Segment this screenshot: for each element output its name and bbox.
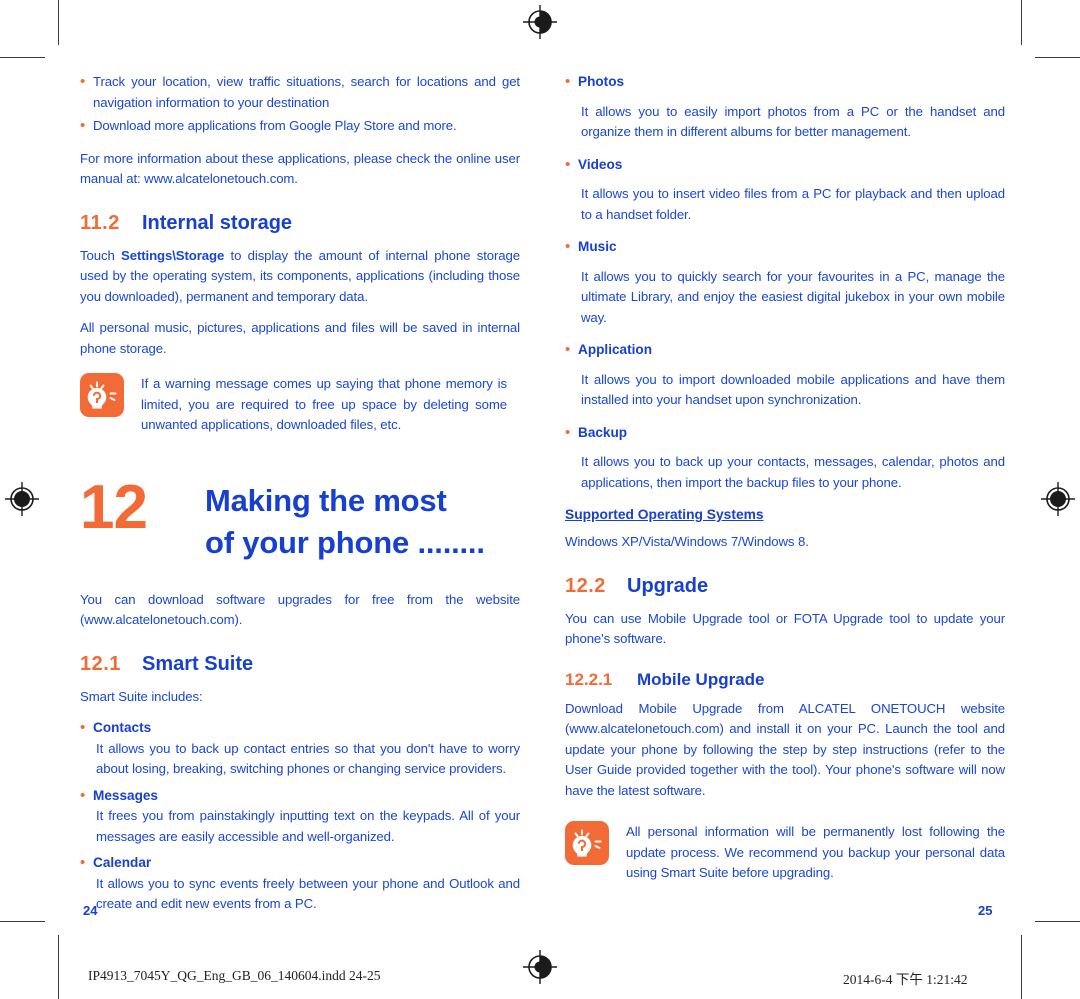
list-item-title: Messages bbox=[93, 787, 158, 803]
paragraph-mobile-upgrade: Download Mobile Upgrade from ALCATEL ONE… bbox=[565, 700, 1005, 798]
bullet-dot-icon: • bbox=[565, 423, 571, 441]
supported-os-heading: Supported Operating Systems bbox=[565, 507, 764, 522]
subsection-title: Mobile Upgrade bbox=[637, 669, 765, 689]
tip-text: If a warning message comes up saying tha… bbox=[141, 376, 507, 432]
paragraph-chapter-intro: You can download software upgrades for f… bbox=[80, 591, 520, 628]
list-item: • Music bbox=[565, 237, 1005, 258]
page-number-left: 24 bbox=[83, 903, 98, 918]
list-item: • Messages bbox=[80, 786, 520, 807]
subsection-number: 12.2.1 bbox=[565, 669, 613, 689]
subsection-heading-12-2-1: 12.2.1 Mobile Upgrade bbox=[565, 670, 1005, 690]
list-item: • Photos bbox=[565, 72, 1005, 93]
list-item: • Videos bbox=[565, 155, 1005, 176]
section-title: Internal storage bbox=[142, 211, 293, 234]
bullet-dot-icon: • bbox=[565, 155, 571, 173]
list-item-description: It allows you to sync events freely betw… bbox=[96, 875, 520, 912]
bullet-dot-icon: • bbox=[80, 854, 86, 871]
list-item-description: It allows you to quickly search for your… bbox=[581, 268, 1005, 325]
list-item-title: Photos bbox=[578, 74, 625, 89]
list-item-description: It allows you to import downloaded mobil… bbox=[581, 371, 1005, 408]
lightbulb-icon bbox=[80, 373, 124, 417]
section-heading-11-2: 11.2 Internal storage bbox=[80, 212, 520, 235]
list-item: • Calendar bbox=[80, 853, 520, 874]
right-page-column: • Photos It allows you to easily import … bbox=[565, 72, 1005, 894]
list-item-title: Music bbox=[578, 239, 617, 254]
list-item-description: It allows you to easily import photos fr… bbox=[581, 103, 1005, 140]
section-number: 12.1 bbox=[80, 652, 121, 675]
list-item-description: It allows you to back up your contacts, … bbox=[581, 454, 1005, 490]
list-item: • Download more applications from Google… bbox=[80, 116, 520, 137]
section-title: Smart Suite bbox=[142, 652, 254, 675]
tip-note-upgrade: All personal information will be permane… bbox=[565, 821, 1005, 884]
paragraph-settings-storage: Touch Settings\Storage to display the am… bbox=[80, 246, 520, 308]
chapter-title-line-1: Making the most bbox=[205, 482, 447, 518]
list-item: • Contacts bbox=[80, 718, 520, 739]
paragraph-smart-suite-intro: Smart Suite includes: bbox=[80, 688, 203, 704]
supported-os-heading-wrap: Supported Operating Systems bbox=[565, 493, 1005, 532]
section-heading-12-2: 12.2 Upgrade bbox=[565, 575, 1005, 598]
list-item-title: Backup bbox=[578, 424, 628, 440]
bullet-dot-icon: • bbox=[80, 719, 86, 736]
section-number: 12.2 bbox=[565, 574, 606, 597]
paragraph-upgrade-intro: You can use Mobile Upgrade tool or FOTA … bbox=[565, 610, 1005, 647]
bullet-dot-icon: • bbox=[565, 238, 571, 255]
page-number-right: 25 bbox=[978, 903, 993, 918]
paragraph-personal-media: All personal music, pictures, applicatio… bbox=[80, 320, 520, 356]
section-heading-12-1: 12.1 Smart Suite bbox=[80, 653, 520, 676]
bullet-dot-icon: • bbox=[565, 341, 571, 358]
tip-note-storage: If a warning message comes up saying tha… bbox=[80, 373, 520, 436]
bullet-dot-icon: • bbox=[80, 73, 86, 90]
manual-page-spread: • Track your location, view traffic situ… bbox=[0, 0, 1080, 999]
list-item-description: It allows you to back up contact entries… bbox=[96, 740, 520, 777]
bullet-text: Download more applications from Google P… bbox=[93, 118, 457, 133]
list-item-title: Application bbox=[578, 342, 653, 357]
footer-filename: IP4913_7045Y_QG_Eng_GB_06_140604.indd 24… bbox=[88, 968, 381, 983]
list-item: • Application bbox=[565, 340, 1005, 361]
list-item: • Track your location, view traffic situ… bbox=[80, 72, 520, 113]
inline-bold-settings-storage: Settings\Storage bbox=[121, 247, 225, 263]
chapter-number: 12 bbox=[80, 472, 148, 542]
lightbulb-icon bbox=[565, 821, 609, 865]
section-title: Upgrade bbox=[627, 574, 709, 597]
list-item: • Backup bbox=[565, 423, 1005, 444]
list-item-title: Contacts bbox=[93, 720, 152, 735]
footer-timestamp: 2014-6-4 下午 1:21:42 bbox=[843, 972, 968, 987]
paragraph-prefix: Touch bbox=[80, 247, 122, 263]
list-item-description: It frees you from painstakingly inputtin… bbox=[96, 808, 520, 844]
left-page-column: • Track your location, view traffic situ… bbox=[80, 72, 520, 915]
list-item-description: It allows you to insert video files from… bbox=[581, 186, 1005, 222]
list-item-title: Videos bbox=[578, 156, 623, 172]
bullet-dot-icon: • bbox=[80, 117, 86, 134]
chapter-title: Making the most of your phone ........ bbox=[205, 480, 520, 564]
supported-os-value: Windows XP/Vista/Windows 7/Windows 8. bbox=[565, 534, 809, 549]
chapter-title-line-2: of your phone ........ bbox=[205, 524, 485, 560]
bullet-text: Track your location, view traffic situat… bbox=[93, 74, 520, 110]
list-item-title: Calendar bbox=[93, 855, 152, 870]
bullet-dot-icon: • bbox=[565, 73, 571, 90]
section-number: 11.2 bbox=[80, 211, 120, 234]
paragraph-more-info: For more information about these applica… bbox=[80, 150, 520, 187]
bullet-dot-icon: • bbox=[80, 786, 86, 804]
chapter-heading-12: 12 Making the most of your phone .......… bbox=[80, 472, 520, 564]
tip-text: All personal information will be permane… bbox=[626, 824, 1005, 880]
